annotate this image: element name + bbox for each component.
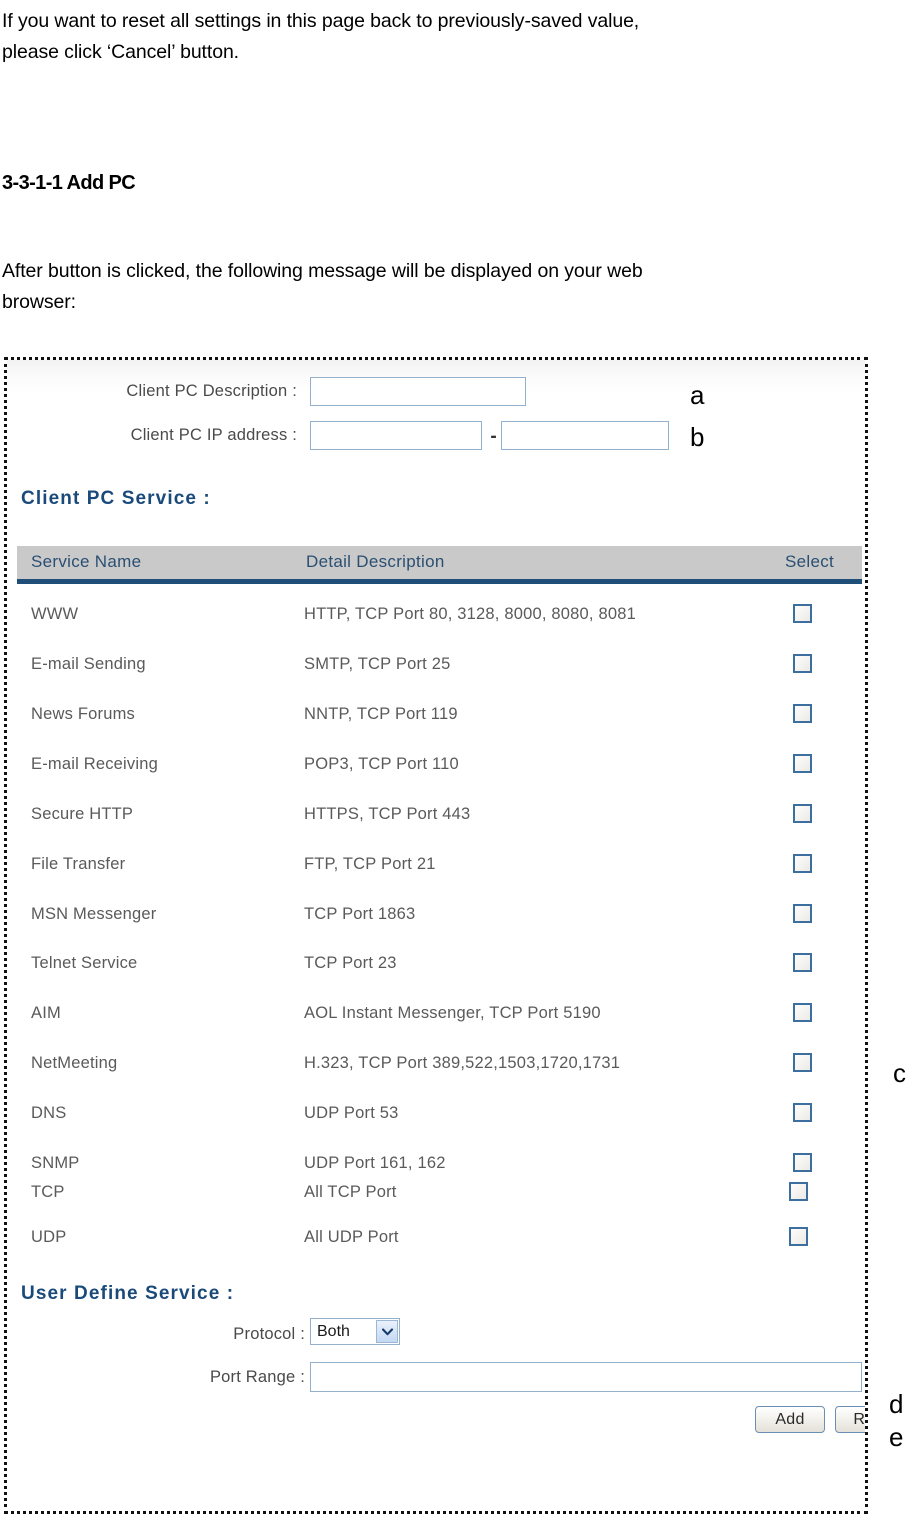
port-range-input[interactable] [310,1362,862,1392]
protocol-label: Protocol : [233,1325,305,1343]
service-name-cell: Secure HTTP [31,805,134,823]
client-pc-service-heading: Client PC Service : [21,488,211,509]
table-row: SNMP UDP Port 161, 162 [7,1153,865,1178]
service-detail-cell: FTP, TCP Port 21 [304,855,436,873]
service-name-cell: MSN Messenger [31,905,157,923]
annotation-marker-b: b [690,422,705,452]
table-row: E-mail Sending SMTP, TCP Port 25 [7,654,865,679]
service-detail-cell: HTTP, TCP Port 80, 3128, 8000, 8080, 808… [304,605,637,623]
service-name-cell: NetMeeting [31,1054,118,1072]
service-detail-cell: UDP Port 53 [304,1104,399,1122]
service-detail-cell: All UDP Port [304,1228,399,1246]
service-select-checkbox[interactable] [793,804,812,823]
service-select-checkbox[interactable] [793,1153,812,1172]
table-row: Telnet Service TCP Port 23 [7,953,865,978]
service-name-cell: TCP [31,1183,65,1201]
table-row: News Forums NNTP, TCP Port 119 [7,704,865,729]
client-pc-description-input[interactable] [310,377,526,406]
port-range-label: Port Range : [209,1368,305,1386]
service-select-checkbox[interactable] [793,754,812,773]
chevron-down-icon[interactable] [376,1320,398,1343]
router-config-panel: Client PC Description : Client PC IP add… [7,360,865,1511]
intro-paragraph: If you want to reset all settings in thi… [2,10,640,63]
protocol-select[interactable]: Both [310,1318,400,1345]
service-select-checkbox[interactable] [789,1182,808,1201]
section-heading: 3-3-1-1 Add PC [2,172,136,194]
annotation-marker-c: c [893,1058,906,1088]
service-name-cell: SNMP [31,1154,80,1172]
table-row: NetMeeting H.323, TCP Port 389,522,1503,1… [7,1053,865,1078]
protocol-selected-value: Both [317,1322,350,1340]
service-detail-cell: TCP Port 1863 [304,905,416,923]
table-row: UDP All UDP Port [7,1227,865,1252]
table-row: TCP All TCP Port [7,1182,865,1207]
service-name-cell: AIM [31,1004,61,1022]
service-select-checkbox[interactable] [793,604,812,623]
service-name-cell: DNS [31,1104,67,1122]
service-select-checkbox[interactable] [793,953,812,972]
service-detail-cell: AOL Instant Messenger, TCP Port 5190 [304,1004,601,1022]
service-detail-cell: NNTP, TCP Port 119 [304,705,458,723]
annotation-marker-d: d [889,1389,904,1419]
service-detail-cell: SMTP, TCP Port 25 [304,655,451,673]
reset-button[interactable]: Reset [835,1406,865,1433]
table-row: AIM AOL Instant Messenger, TCP Port 5190 [7,1003,865,1028]
service-detail-cell: TCP Port 23 [304,954,397,972]
column-header-select: Select [785,552,835,571]
service-select-checkbox[interactable] [793,1003,812,1022]
service-select-checkbox[interactable] [793,1053,812,1072]
client-pc-description-label: Client PC Description : [126,382,297,400]
service-name-cell: File Transfer [31,855,126,873]
after-paragraph: After button is clicked, the following m… [2,260,643,313]
service-detail-cell: POP3, TCP Port 110 [304,755,459,773]
table-row: DNS UDP Port 53 [7,1103,865,1128]
add-button[interactable]: Add [755,1406,825,1433]
table-row: MSN Messenger TCP Port 1863 [7,904,865,929]
service-name-cell: Telnet Service [31,954,138,972]
service-select-checkbox[interactable] [793,1103,812,1122]
embedded-screenshot-frame: Client PC Description : Client PC IP add… [4,357,868,1514]
column-header-detail-description: Detail Description [306,552,445,571]
service-table-header: Service Name Detail Description Select [17,546,862,584]
client-pc-ip-end-input[interactable] [501,421,669,450]
client-pc-ip-start-input[interactable] [310,421,482,450]
service-select-checkbox[interactable] [793,704,812,723]
ip-range-separator: - [490,426,497,447]
service-name-cell: UDP [31,1228,67,1246]
service-select-checkbox[interactable] [793,854,812,873]
service-select-checkbox[interactable] [793,654,812,673]
service-name-cell: E-mail Receiving [31,755,158,773]
service-detail-cell: UDP Port 161, 162 [304,1154,446,1172]
service-select-checkbox[interactable] [789,1227,808,1246]
service-detail-cell: H.323, TCP Port 389,522,1503,1720,1731 [304,1054,621,1072]
annotation-marker-a: a [690,380,705,410]
user-define-service-heading: User Define Service : [21,1283,235,1304]
service-detail-cell: HTTPS, TCP Port 443 [304,805,471,823]
service-name-cell: WWW [31,605,79,623]
table-row: WWW HTTP, TCP Port 80, 3128, 8000, 8080, … [7,604,865,629]
client-pc-ip-address-label: Client PC IP address : [130,426,297,444]
table-row: Secure HTTP HTTPS, TCP Port 443 [7,804,865,829]
table-row: E-mail Receiving POP3, TCP Port 110 [7,754,865,779]
column-header-service-name: Service Name [31,552,142,571]
service-detail-cell: All TCP Port [304,1183,397,1201]
service-name-cell: News Forums [31,705,135,723]
annotation-marker-e: e [889,1422,904,1452]
service-name-cell: E-mail Sending [31,655,146,673]
service-select-checkbox[interactable] [793,904,812,923]
table-row: File Transfer FTP, TCP Port 21 [7,854,865,879]
